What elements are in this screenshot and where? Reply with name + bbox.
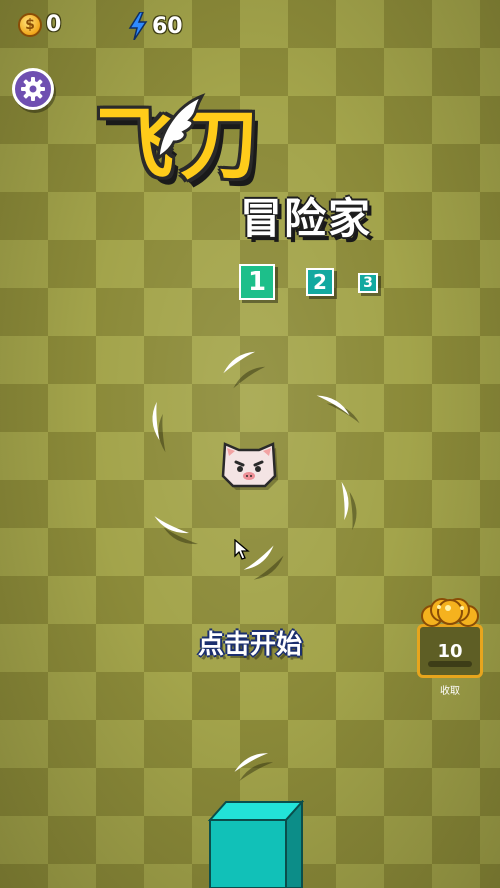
blade [219, 349, 258, 374]
blade [152, 511, 190, 541]
reward-box[interactable]: 10 [417, 624, 483, 678]
play-field[interactable] [0, 0, 500, 888]
cat-face-player [221, 442, 278, 490]
cube-block [207, 800, 305, 888]
blade [316, 388, 352, 420]
blade-shadows [156, 364, 362, 781]
reward-value: 10 [437, 641, 463, 662]
collect-label[interactable]: 收取 [417, 682, 483, 697]
mouse-cursor-icon [234, 539, 250, 560]
coin-pile-icon [421, 598, 479, 627]
reward-progress [428, 661, 472, 667]
blade [338, 481, 351, 521]
